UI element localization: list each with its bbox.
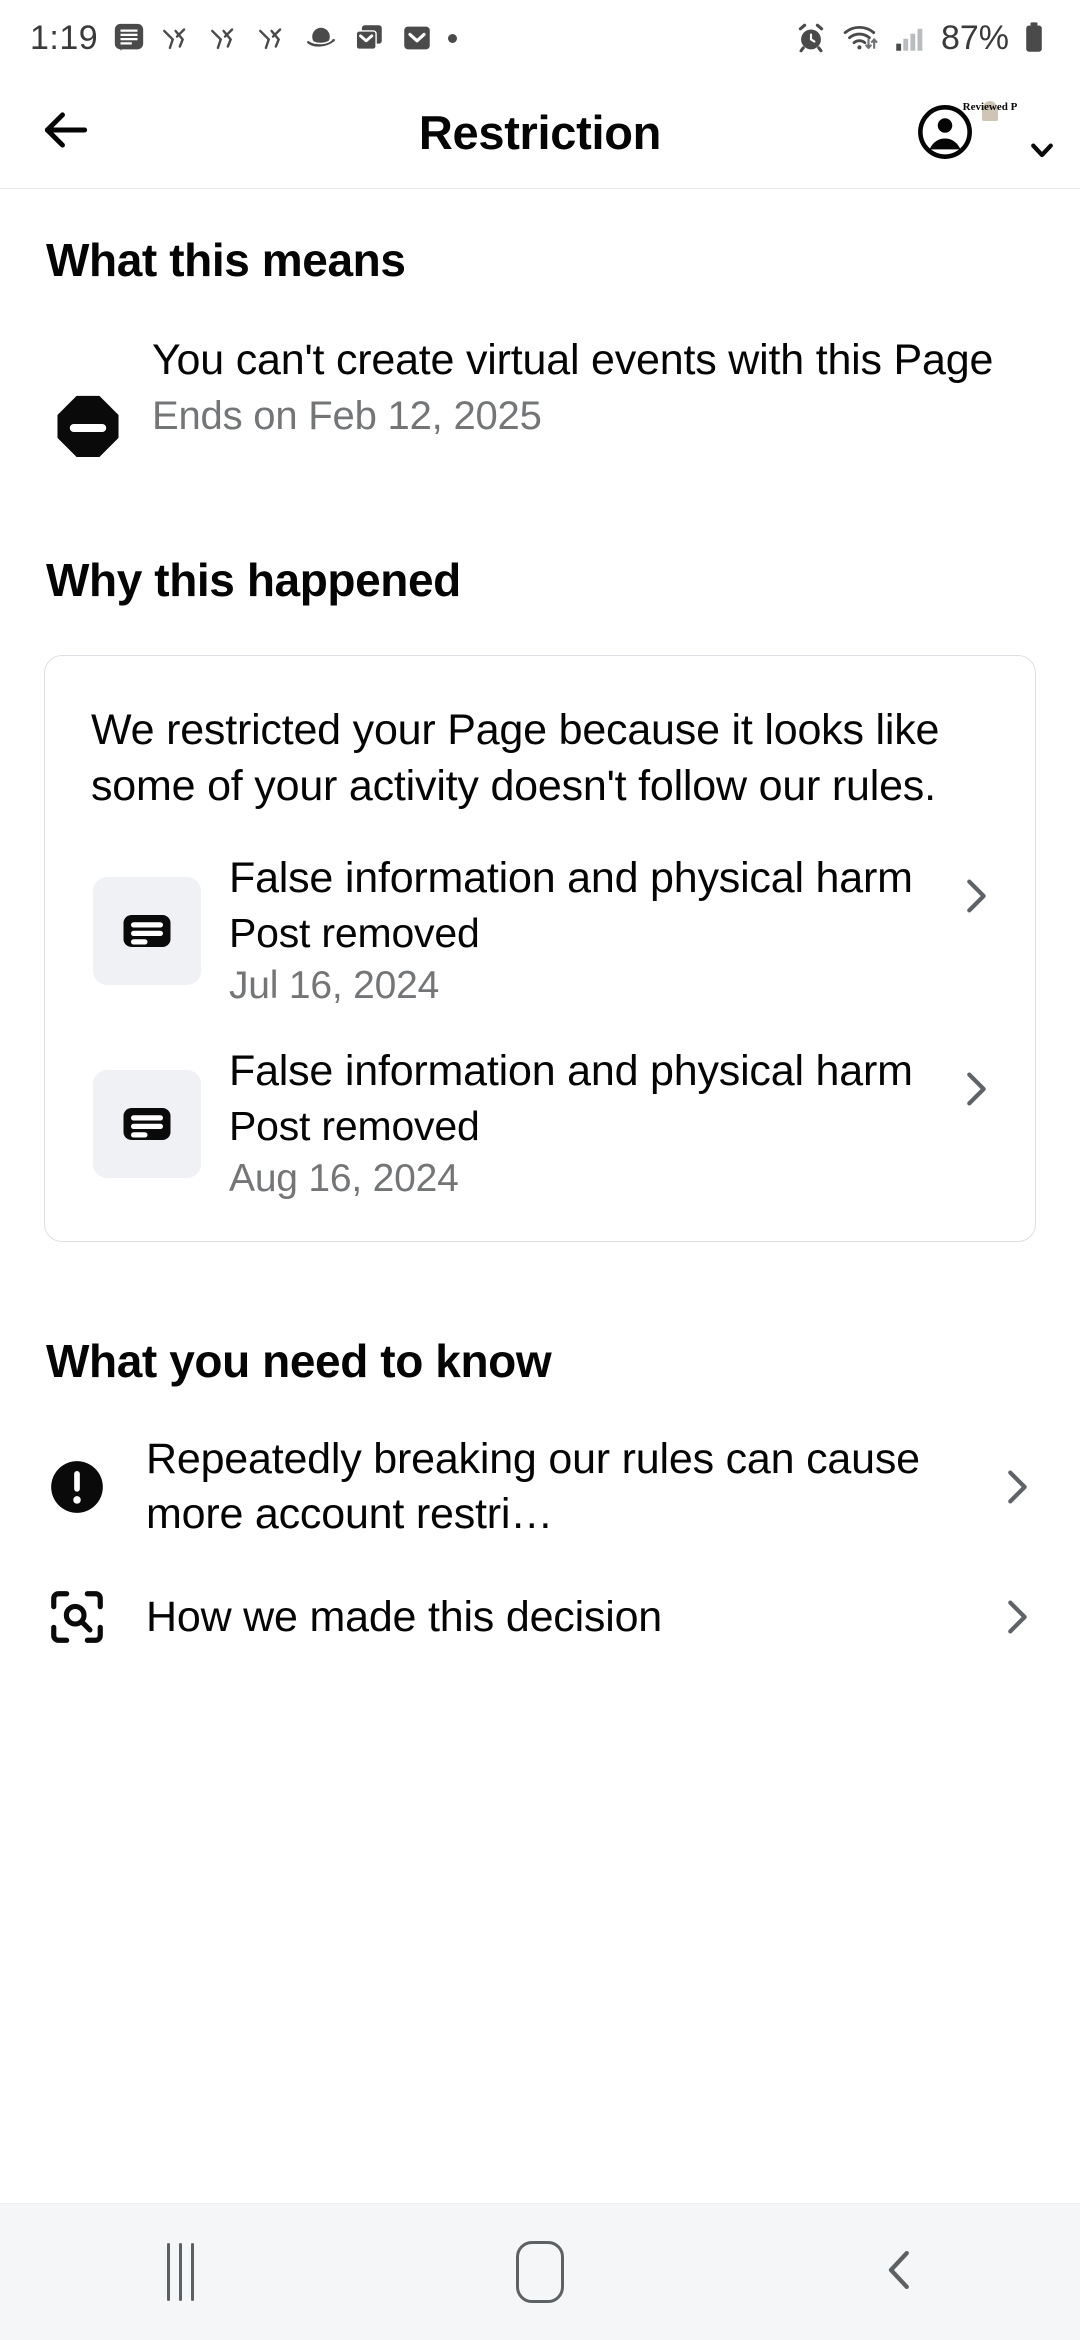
status-bar-left: 1:19 (30, 19, 458, 57)
violation-row[interactable]: False information and physical harm Post… (45, 815, 1035, 1008)
violation-date: Jul 16, 2024 (229, 964, 440, 1008)
signal-icon (892, 21, 926, 55)
exclamation-circle-icon (46, 1456, 124, 1518)
nav-back-chevron-icon (873, 2243, 927, 2302)
violation-date: Aug 16, 2024 (229, 1157, 459, 1201)
why-this-happened-card: We restricted your Page because it looks… (44, 655, 1036, 1243)
need-to-know-item-how-decided[interactable]: How we made this decision (0, 1542, 1080, 1648)
main-content: What this means You can't create virtual… (0, 189, 1080, 2203)
restriction-title: You can't create virtual events with thi… (152, 336, 994, 384)
header-actions: Reviewed P (916, 101, 1053, 163)
why-intro-text: We restricted your Page because it looks… (91, 706, 940, 811)
alarm-icon (794, 21, 828, 55)
status-bar: 1:19 87% (0, 0, 1080, 76)
android-nav-bar (0, 2203, 1080, 2340)
section-title-why-this-happened: Why this happened (46, 554, 461, 606)
violation-title: False information and physical harm (229, 1047, 913, 1096)
violation-texts: False information and physical harm Post… (201, 1044, 939, 1201)
violation-row[interactable]: False information and physical harm Post… (45, 1008, 1035, 1201)
message-bubble-icon (112, 21, 146, 55)
status-bar-clock: 1:19 (30, 19, 99, 57)
scan-search-icon (46, 1586, 124, 1648)
need-to-know-item-repeat-rules[interactable]: Repeatedly breaking our rules can cause … (0, 1388, 1080, 1542)
arrow-left-icon (38, 102, 94, 163)
phone-screen: 1:19 87% Restriction What this means You… (0, 0, 1080, 2340)
planet-icon (304, 21, 338, 55)
post-lines-icon (93, 1070, 201, 1179)
battery-icon (1022, 21, 1046, 55)
chevron-down-icon (1027, 135, 1057, 165)
section-title-what-this-means: What this means (46, 234, 406, 286)
restriction-end-date: Ends on Feb 12, 2025 (152, 393, 542, 438)
chevron-right-icon[interactable] (939, 1044, 999, 1112)
recents-button[interactable] (90, 2204, 270, 2340)
stop-octagon-minus-icon (46, 333, 130, 465)
home-icon (516, 2241, 564, 2303)
bell-muted-icon (160, 21, 194, 55)
dot-icon (448, 33, 458, 43)
wifi-icon (841, 21, 879, 55)
need-to-know-label: Repeatedly breaking our rules can cause … (146, 1435, 920, 1539)
violation-status: Post removed (229, 909, 480, 956)
back-button[interactable] (28, 94, 104, 170)
chevron-right-icon[interactable] (990, 1464, 1040, 1510)
chevron-right-icon[interactable] (939, 851, 999, 919)
nav-back-button[interactable] (810, 2204, 990, 2340)
bell-muted-icon (256, 21, 290, 55)
battery-percent-label: 87% (940, 19, 1009, 57)
avatar[interactable]: Reviewed P (963, 101, 1053, 163)
chevron-right-icon[interactable] (990, 1594, 1040, 1640)
status-bar-right: 87% (794, 21, 1046, 55)
restriction-summary-texts: You can't create virtual events with thi… (130, 333, 1036, 439)
restriction-summary-row: You can't create virtual events with thi… (0, 287, 1080, 465)
app-header: Restriction Reviewed P (0, 76, 1080, 189)
home-button[interactable] (450, 2204, 630, 2340)
need-to-know-label: How we made this decision (146, 1592, 663, 1641)
bell-muted-icon (208, 21, 242, 55)
recents-icon (166, 2243, 194, 2301)
mail-icon (400, 21, 434, 55)
section-title-what-you-need-to-know: What you need to know (46, 1335, 552, 1388)
violation-texts: False information and physical harm Post… (201, 851, 939, 1008)
post-lines-icon (93, 876, 201, 985)
mail-stack-icon (352, 21, 386, 55)
violation-title: False information and physical harm (229, 853, 913, 902)
violation-status: Post removed (229, 1103, 480, 1150)
